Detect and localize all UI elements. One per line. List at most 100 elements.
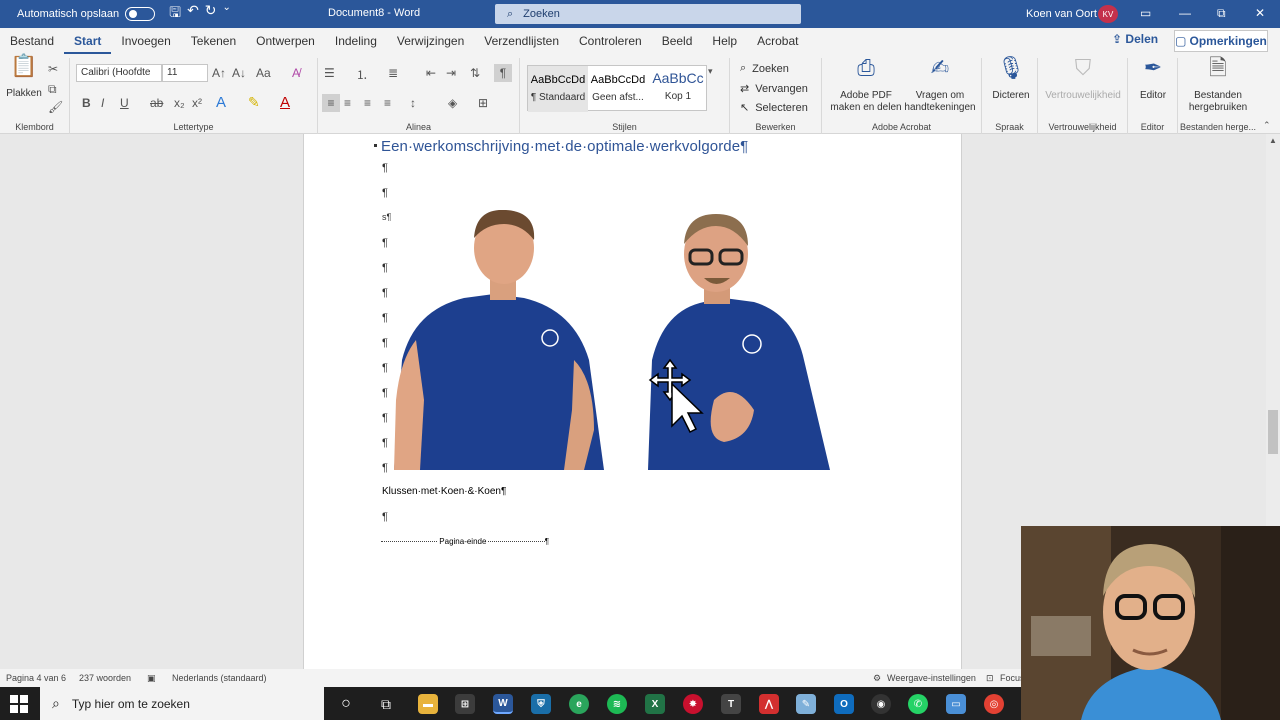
reuse-files-button[interactable]: 🗎 Bestanden hergebruiken <box>1180 57 1256 114</box>
tab-invoegen[interactable]: Invoegen <box>111 28 180 54</box>
font-name-select[interactable]: Calibri (Hoofdte <box>76 64 162 82</box>
typora-icon[interactable]: T <box>721 694 741 714</box>
scroll-up-icon[interactable]: ▲ <box>1269 136 1277 145</box>
tab-beeld[interactable]: Beeld <box>652 28 703 54</box>
ribbon-display-icon[interactable]: ▭ <box>1140 6 1151 20</box>
multilevel-list-icon[interactable]: ≣ <box>388 66 398 80</box>
justify-icon[interactable]: ≡ <box>384 96 391 110</box>
autosave[interactable]: Automatisch opslaan <box>0 7 156 21</box>
request-signatures-button[interactable]: ✍ Vragen om handtekeningen <box>902 57 978 114</box>
customize-qat-icon[interactable]: ⌄ <box>223 2 231 26</box>
font-color-icon[interactable]: A <box>280 94 290 111</box>
redo-icon[interactable]: ↻ <box>205 2 217 26</box>
styles-more-icon[interactable]: ▾ <box>708 66 713 77</box>
image-caption[interactable]: Klussen·met·Koen·&·Koen¶ <box>382 486 506 497</box>
file-explorer-icon[interactable]: ▬ <box>418 694 438 714</box>
sensitivity-button[interactable]: ⛉ Vertrouwelijkheid <box>1042 57 1124 102</box>
copy-icon[interactable]: ⧉ <box>48 82 57 97</box>
spotify-icon[interactable]: ≋ <box>607 694 627 714</box>
minimize-button[interactable]: — <box>1179 6 1191 20</box>
align-right-icon[interactable]: ≡ <box>364 96 371 110</box>
style-standaard[interactable]: AaBbCcDd ¶ Standaard <box>528 66 588 112</box>
tab-verzendlijsten[interactable]: Verzendlijsten <box>474 28 569 54</box>
tab-help[interactable]: Help <box>702 28 747 54</box>
avatar[interactable]: KV <box>1098 5 1118 23</box>
collapse-ribbon-icon[interactable]: ⌃ <box>1263 120 1271 131</box>
windows-start-icon[interactable] <box>10 695 28 713</box>
undo-icon[interactable]: ↶ <box>187 2 199 26</box>
shrink-font-icon[interactable]: A↓ <box>232 66 246 80</box>
language[interactable]: Nederlands (standaard) <box>172 673 267 683</box>
style-kop-1[interactable]: AaBbCc Kop 1 <box>648 66 708 112</box>
strikethrough-icon[interactable]: ab <box>150 96 163 110</box>
remote-desktop-icon[interactable]: ▭ <box>946 694 966 714</box>
text-effects-icon[interactable]: A <box>216 94 226 111</box>
word-app-icon[interactable]: W <box>493 694 513 714</box>
align-center-icon[interactable]: ≡ <box>344 96 351 110</box>
excel-icon[interactable]: X <box>645 694 665 714</box>
edge-icon[interactable]: e <box>569 694 589 714</box>
document-image[interactable] <box>394 210 834 470</box>
tab-indeling[interactable]: Indeling <box>325 28 387 54</box>
bold-icon[interactable]: B <box>82 96 91 110</box>
replace-button[interactable]: ⇄ Vervangen <box>740 82 808 96</box>
underline-icon[interactable]: U <box>120 96 129 110</box>
tab-acrobat[interactable]: Acrobat <box>747 28 808 54</box>
tab-bestand[interactable]: Bestand <box>0 28 64 54</box>
store-icon[interactable]: ⊞ <box>455 694 475 714</box>
font-size-select[interactable]: 11 <box>162 64 208 82</box>
document-heading[interactable]: Een·werkomschrijving·met·de·optimale·wer… <box>381 138 748 155</box>
increase-indent-icon[interactable]: ⇥ <box>446 66 456 80</box>
proofing-icon[interactable]: ▣ <box>147 673 156 684</box>
red-app-icon[interactable]: ✸ <box>683 694 703 714</box>
select-button[interactable]: ↖ Selecteren <box>740 101 808 115</box>
create-pdf-button[interactable]: ⎙ Adobe PDF maken en delen <box>826 57 906 114</box>
restore-button[interactable]: ⧉ <box>1217 6 1226 21</box>
close-button[interactable]: ✕ <box>1255 6 1265 20</box>
superscript-icon[interactable]: x² <box>192 96 202 110</box>
grow-font-icon[interactable]: A↑ <box>212 66 226 80</box>
line-spacing-icon[interactable]: ↕ <box>410 96 416 110</box>
change-case-icon[interactable]: Aa <box>256 66 271 80</box>
tab-start[interactable]: Start <box>64 28 112 54</box>
tab-verwijzingen[interactable]: Verwijzingen <box>387 28 474 54</box>
taskbar-search[interactable]: ⌕ Typ hier om te zoeken <box>40 687 324 720</box>
clear-formatting-icon[interactable]: A̸ <box>292 66 300 80</box>
tab-controleren[interactable]: Controleren <box>569 28 652 54</box>
whatsapp-icon[interactable]: ✆ <box>908 694 928 714</box>
share-button[interactable]: ⇪ Delen <box>1112 32 1158 46</box>
comments-button[interactable]: ▢ Opmerkingen <box>1174 30 1268 52</box>
user-name[interactable]: Koen van Oort <box>1026 8 1097 20</box>
highlight-icon[interactable]: ✎ <box>248 94 260 111</box>
editor-button[interactable]: ✒ Editor <box>1130 57 1176 102</box>
tab-ontwerpen[interactable]: Ontwerpen <box>246 28 325 54</box>
page-count[interactable]: Pagina 4 van 6 <box>6 673 66 683</box>
focus-icon[interactable]: ⊡ <box>986 673 994 684</box>
find-button[interactable]: ⌕ Zoeken <box>740 62 789 75</box>
task-view-icon[interactable]: ⧉ <box>376 694 396 714</box>
dictate-button[interactable]: 🎙 Dicteren <box>986 57 1036 102</box>
search-box[interactable]: ⌕ Zoeken <box>495 4 801 24</box>
outlook-icon[interactable]: O <box>834 694 854 714</box>
display-settings[interactable]: Weergave-instellingen <box>887 673 976 683</box>
scrollbar-thumb[interactable] <box>1268 410 1278 454</box>
paste-button[interactable]: 📋 Plakken <box>4 55 44 100</box>
autosave-toggle[interactable] <box>125 7 156 21</box>
acrobat-icon[interactable]: ⋀ <box>759 694 779 714</box>
subscript-icon[interactable]: x₂ <box>174 96 185 110</box>
format-painter-icon[interactable]: 🖌 <box>48 100 63 114</box>
borders-icon[interactable]: ⊞ <box>478 96 488 110</box>
italic-icon[interactable]: I <box>101 96 104 110</box>
align-left-icon[interactable]: ≡ <box>322 94 340 112</box>
numbering-icon[interactable]: ⒈ <box>356 66 368 83</box>
pencil-app-icon[interactable]: ✎ <box>796 694 816 714</box>
shading-icon[interactable]: ◈ <box>448 96 457 110</box>
document-page[interactable]: Een·werkomschrijving·met·de·optimale·wer… <box>303 134 962 669</box>
save-icon[interactable]: 🖫 <box>169 2 181 26</box>
bullets-icon[interactable]: ☰ <box>324 66 335 80</box>
style-geen-afstand[interactable]: AaBbCcDd Geen afst... <box>588 66 648 112</box>
word-count[interactable]: 237 woorden <box>79 673 131 683</box>
sort-icon[interactable]: ⇅ <box>470 66 480 80</box>
tab-tekenen[interactable]: Tekenen <box>181 28 246 54</box>
chrome-icon[interactable]: ◎ <box>984 694 1004 714</box>
